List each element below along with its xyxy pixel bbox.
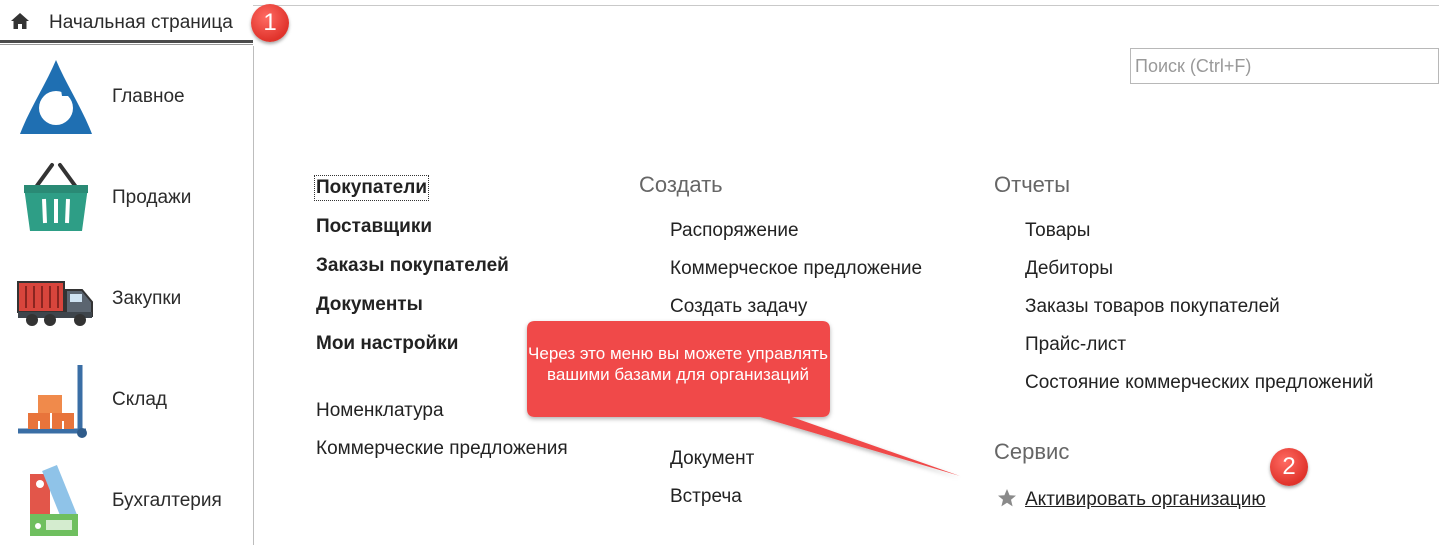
- link-nomenclature[interactable]: Номенклатура: [316, 400, 444, 422]
- link-report-customer-goods-orders[interactable]: Заказы товаров покупателей: [1025, 296, 1280, 318]
- sidebar-item-sales[interactable]: Продажи: [0, 149, 253, 247]
- link-customers[interactable]: Покупатели: [313, 175, 430, 201]
- sidebar-item-label: Бухгалтерия: [112, 490, 222, 511]
- tab-active-indicator: [0, 40, 253, 43]
- link-my-settings[interactable]: Мои настройки: [316, 333, 458, 355]
- shopping-basket-icon: [24, 163, 88, 231]
- link-commercial-offer[interactable]: Коммерческое предложение: [670, 258, 922, 280]
- link-report-debtors[interactable]: Дебиторы: [1025, 258, 1113, 280]
- callout-text: Через это меню вы можете управлять вашим…: [528, 344, 828, 384]
- link-document[interactable]: Документ: [670, 448, 754, 470]
- top-divider: [253, 5, 1439, 6]
- link-meeting[interactable]: Встреча: [670, 486, 742, 508]
- link-order[interactable]: Распоряжение: [670, 220, 799, 242]
- search-input[interactable]: [1130, 48, 1439, 84]
- sidebar-item-label: Главное: [112, 86, 185, 107]
- link-create-task[interactable]: Создать задачу: [670, 296, 807, 318]
- sidebar-item-accounting[interactable]: Бухгалтерия: [0, 452, 253, 550]
- sidebar-item-label: Закупки: [112, 288, 182, 309]
- tab-home-label: Начальная страница: [49, 12, 233, 33]
- sidebar-item-warehouse[interactable]: Склад: [0, 351, 253, 449]
- binders-icon: [30, 465, 78, 536]
- sidebar: Главное Продажи Закупки Склад Бухгалтери…: [0, 46, 254, 545]
- sidebar-item-purchases[interactable]: Закупки: [0, 250, 253, 348]
- truck-icon: [17, 281, 93, 326]
- triangle-logo-icon: [20, 60, 92, 134]
- sidebar-top-divider: [0, 44, 253, 45]
- home-icon: [11, 13, 29, 29]
- link-documents[interactable]: Документы: [316, 294, 423, 316]
- sidebar-item-label: Продажи: [112, 187, 192, 208]
- heading-create: Создать: [639, 172, 723, 197]
- heading-reports: Отчеты: [994, 172, 1071, 197]
- link-commercial-offers[interactable]: Коммерческие предложения: [316, 438, 568, 460]
- link-customer-orders[interactable]: Заказы покупателей: [316, 255, 509, 277]
- star-icon[interactable]: [997, 488, 1017, 508]
- badge-number-two: 2: [1270, 448, 1308, 486]
- hand-truck-boxes-icon: [18, 365, 87, 438]
- sidebar-item-label: Склад: [112, 389, 167, 410]
- badge-number-one: 1: [251, 4, 289, 42]
- link-report-goods[interactable]: Товары: [1025, 220, 1090, 242]
- heading-service: Сервис: [994, 439, 1070, 464]
- sidebar-item-main[interactable]: Главное: [0, 48, 253, 146]
- link-activate-organization[interactable]: Активировать организацию: [1025, 489, 1266, 511]
- link-report-offers-status[interactable]: Состояние коммерческих предложений: [1025, 372, 1373, 394]
- tab-home[interactable]: Начальная страница: [0, 0, 253, 42]
- link-suppliers[interactable]: Поставщики: [316, 216, 432, 238]
- link-report-price-list[interactable]: Прайс-лист: [1025, 334, 1126, 356]
